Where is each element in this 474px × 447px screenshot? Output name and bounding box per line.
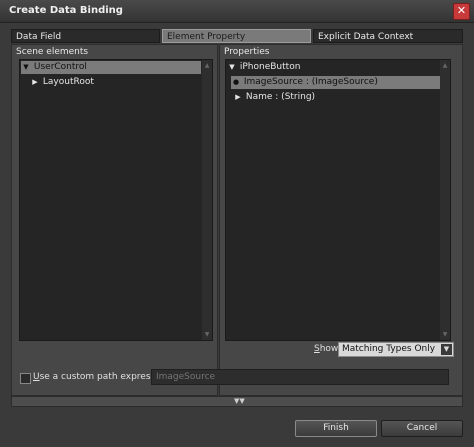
tree-item-imagesource[interactable]: ● ImageSource : (ImageSource) (231, 76, 441, 89)
tree-item-label: UserControl (33, 62, 87, 72)
scroll-up-icon[interactable]: ▲ (203, 62, 211, 69)
tree-item-usercontrol[interactable]: ▼ UserControl (21, 61, 201, 74)
double-chevron-down-icon[interactable]: ▼▼ (234, 397, 245, 405)
property-icon: ● (232, 78, 240, 86)
window-title: Create Data Binding (9, 5, 123, 16)
tree-item-label: LayoutRoot (42, 77, 94, 87)
tree-item-layoutroot[interactable]: ▶ LayoutRoot (30, 76, 94, 89)
tree-item-iphonebutton[interactable]: ▼ iPhoneButton (227, 61, 300, 74)
custom-path-input[interactable] (151, 369, 449, 385)
collapse-icon[interactable]: ▼ (21, 61, 31, 74)
tree-item-label: ImageSource : (ImageSource) (243, 77, 378, 87)
scroll-down-icon[interactable]: ▼ (203, 331, 211, 338)
tab-label: Element Property (167, 32, 246, 42)
custom-path-label[interactable]: Use a custom path expression (33, 372, 169, 382)
collapse-icon[interactable]: ▼ (227, 61, 237, 74)
show-filter-value: Matching Types Only (342, 344, 436, 354)
properties-tree[interactable]: ▼ iPhoneButton ● ImageSource : (ImageSou… (225, 59, 451, 341)
scene-elements-panel: Scene elements ▼ UserControl ▶ LayoutRoo… (11, 44, 218, 396)
tree-item-name[interactable]: ▶ Name : (String) (233, 91, 315, 104)
scene-elements-label: Scene elements (16, 47, 89, 57)
advanced-expander[interactable]: ▼▼ (11, 396, 463, 407)
cancel-button[interactable]: Cancel (381, 420, 463, 437)
tree-item-label: Name : (String) (245, 92, 316, 102)
show-filter-dropdown[interactable]: Matching Types Only ▼ (338, 342, 454, 357)
scroll-up-icon[interactable]: ▲ (441, 62, 449, 69)
title-bar: Create Data Binding ✕ (0, 0, 474, 23)
scene-elements-tree[interactable]: ▼ UserControl ▶ LayoutRoot ▲ ▼ (19, 59, 213, 341)
finish-button[interactable]: Finish (295, 420, 377, 437)
close-icon: ✕ (456, 4, 467, 17)
expand-icon[interactable]: ▶ (233, 91, 243, 104)
tab-label: Explicit Data Context (318, 32, 414, 42)
close-button[interactable]: ✕ (453, 3, 470, 20)
show-label: Show (314, 344, 339, 354)
tab-label: Data Field (16, 32, 62, 42)
chevron-down-icon[interactable]: ▼ (441, 344, 452, 355)
expand-icon[interactable]: ▶ (30, 76, 40, 89)
tab-explicit-data-context[interactable]: Explicit Data Context (313, 29, 463, 43)
tab-data-field[interactable]: Data Field (11, 29, 160, 43)
properties-label: Properties (224, 47, 270, 57)
custom-path-checkbox[interactable] (20, 373, 31, 384)
scroll-down-icon[interactable]: ▼ (441, 331, 449, 338)
tree-item-label: iPhoneButton (239, 62, 301, 72)
scrollbar[interactable]: ▲ ▼ (202, 60, 212, 340)
scrollbar[interactable]: ▲ ▼ (440, 60, 450, 340)
tab-element-property[interactable]: Element Property (162, 29, 311, 43)
